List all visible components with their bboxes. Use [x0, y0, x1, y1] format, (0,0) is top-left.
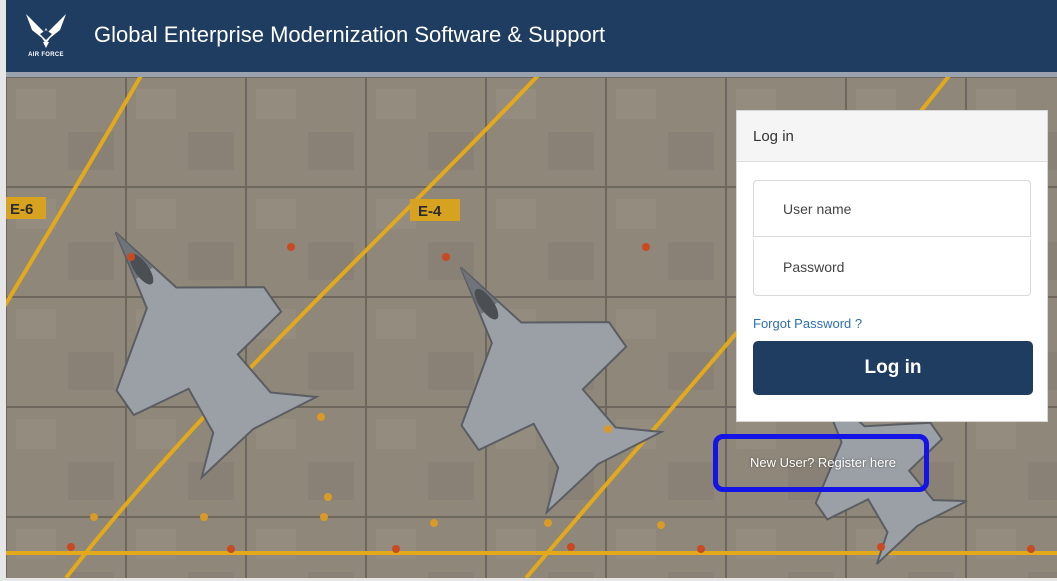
- forgot-password-link[interactable]: Forgot Password ?: [753, 316, 862, 331]
- login-panel: Log in Forgot Password ? Log in: [736, 110, 1048, 422]
- username-input[interactable]: [753, 180, 1031, 237]
- parking-label-e4: E-4: [418, 203, 442, 220]
- air-force-logo[interactable]: AIR FORCE: [24, 10, 68, 62]
- page-title: Global Enterprise Modernization Software…: [94, 22, 606, 47]
- parking-label-e6: E-6: [10, 201, 33, 218]
- air-force-wings-icon: [26, 14, 66, 48]
- logo-text: AIR FORCE: [28, 52, 64, 58]
- login-panel-title: Log in: [753, 128, 794, 145]
- password-input[interactable]: [753, 239, 1031, 296]
- login-panel-header: Log in: [737, 111, 1047, 162]
- login-button[interactable]: Log in: [753, 341, 1033, 395]
- header-bar: AIR FORCE Global Enterprise Modernizatio…: [6, 0, 1057, 77]
- register-link[interactable]: New User? Register here: [750, 455, 896, 470]
